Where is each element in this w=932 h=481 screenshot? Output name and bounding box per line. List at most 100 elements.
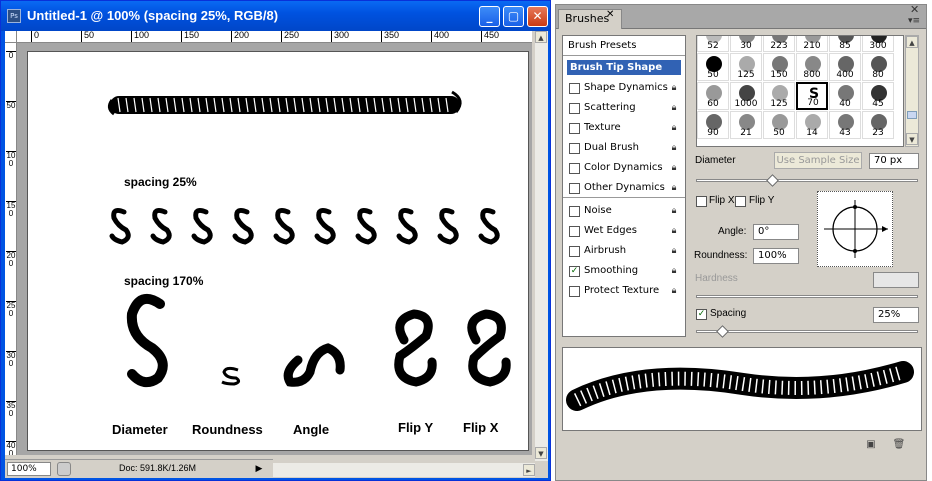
document-title-bar[interactable]: Ps Untitled-1 @ 100% (spacing 25%, RGB/8… (1, 1, 550, 31)
brush-tip-selected[interactable]: S 70 (796, 82, 828, 110)
label-spacing-170: spacing 170% (124, 274, 204, 288)
diameter-slider[interactable] (696, 179, 918, 182)
brush-tip[interactable]: 14 (796, 111, 828, 139)
option-shape-dynamics[interactable]: Shape Dynamics 🔒︎ (563, 78, 685, 98)
brush-tip[interactable]: 80 (862, 53, 894, 81)
brush-tip[interactable]: 223 (763, 36, 795, 52)
brush-tip[interactable]: 300 (862, 36, 894, 52)
spacing-field[interactable]: 25% (873, 307, 919, 323)
option-checkbox[interactable] (569, 226, 580, 237)
brush-tip[interactable]: 85 (829, 36, 861, 52)
lock-icon[interactable]: 🔒︎ (669, 183, 679, 193)
spacing-slider[interactable] (696, 330, 918, 333)
option-smoothing[interactable]: ✓ Smoothing 🔒︎ (563, 261, 685, 281)
ruler-tick: 0 (6, 51, 16, 60)
option-checkbox[interactable]: ✓ (569, 266, 580, 277)
diameter-field[interactable]: 70 px (869, 153, 919, 169)
lock-icon[interactable]: 🔒︎ (669, 246, 679, 256)
option-color-dynamics[interactable]: Color Dynamics 🔒︎ (563, 158, 685, 178)
close-button[interactable]: ✕ (527, 6, 548, 27)
brush-presets-item[interactable]: Brush Presets (563, 36, 685, 56)
brush-tip[interactable]: 90 (697, 111, 729, 139)
horizontal-scrollbar[interactable]: ► (273, 463, 535, 477)
scroll-up-arrow[interactable]: ▲ (906, 36, 918, 48)
lock-icon[interactable]: 🔒︎ (669, 163, 679, 173)
brush-tip[interactable]: 125 (763, 82, 795, 110)
lock-icon[interactable]: 🔒︎ (669, 83, 679, 93)
scroll-down-arrow[interactable]: ▼ (906, 133, 918, 145)
new-brush-icon[interactable]: ▣ (864, 439, 878, 451)
brush-tip[interactable]: 125 (730, 53, 762, 81)
use-sample-size-button[interactable]: Use Sample Size (774, 152, 862, 169)
vertical-scrollbar[interactable]: ▲ ▼ (535, 31, 548, 461)
zoom-field[interactable]: 100% (7, 462, 51, 476)
lock-icon[interactable]: 🔒︎ (669, 206, 679, 216)
brush-tip[interactable]: 400 (829, 53, 861, 81)
horizontal-ruler[interactable]: 0 50 100 150 200 250 300 350 400 450 (17, 31, 532, 43)
option-wet-edges[interactable]: Wet Edges 🔒︎ (563, 221, 685, 241)
brush-tip[interactable]: 1000 (730, 82, 762, 110)
option-checkbox[interactable] (569, 163, 580, 174)
panel-menu-icon[interactable]: ▾≡ (908, 16, 920, 26)
spacing-slider-thumb[interactable] (716, 325, 729, 338)
brush-tip[interactable]: 30 (730, 36, 762, 52)
option-checkbox[interactable] (569, 286, 580, 297)
delete-brush-icon[interactable]: 🗑︎ (892, 439, 906, 451)
maximize-button[interactable]: ▢ (503, 6, 524, 27)
lock-icon[interactable]: 🔒︎ (669, 226, 679, 236)
scroll-up-arrow[interactable]: ▲ (535, 31, 547, 43)
option-protect-texture[interactable]: Protect Texture 🔒︎ (563, 281, 685, 301)
tab-close-icon[interactable]: ✕ (606, 9, 614, 20)
diameter-slider-thumb[interactable] (766, 174, 779, 187)
canvas[interactable]: spacing 25% spacing 170% Diameter Roundn… (27, 51, 529, 451)
option-checkbox[interactable] (569, 123, 580, 134)
scroll-thumb[interactable] (907, 111, 917, 119)
option-checkbox[interactable] (569, 183, 580, 194)
brush-tip[interactable]: 50 (763, 111, 795, 139)
option-noise[interactable]: Noise 🔒︎ (563, 201, 685, 221)
lock-icon[interactable]: 🔒︎ (669, 143, 679, 153)
brush-tip[interactable]: 800 (796, 53, 828, 81)
brush-tip[interactable]: 43 (829, 111, 861, 139)
lock-icon[interactable]: 🔒︎ (669, 123, 679, 133)
option-checkbox[interactable] (569, 103, 580, 114)
angle-roundness-widget[interactable] (817, 191, 893, 267)
status-menu-arrow-icon[interactable]: ▶ (253, 462, 265, 476)
ruler-origin[interactable] (5, 31, 17, 43)
panel-close-icon[interactable]: ✕ (910, 3, 919, 16)
minimize-button[interactable]: _ (479, 6, 500, 27)
brush-tip[interactable]: 45 (862, 82, 894, 110)
option-dual-brush[interactable]: Dual Brush 🔒︎ (563, 138, 685, 158)
scroll-down-arrow[interactable]: ▼ (535, 447, 547, 459)
option-airbrush[interactable]: Airbrush 🔒︎ (563, 241, 685, 261)
roundness-field[interactable]: 100% (753, 248, 799, 264)
angle-field[interactable]: 0° (753, 224, 799, 240)
brush-tip[interactable]: 150 (763, 53, 795, 81)
brush-tip[interactable]: 52 (697, 36, 729, 52)
spacing-checkbox[interactable]: ✓ (696, 309, 707, 320)
status-info-icon[interactable] (57, 462, 71, 476)
tips-scrollbar[interactable]: ▲ ▼ (905, 35, 919, 147)
brush-tip[interactable]: 50 (697, 53, 729, 81)
option-checkbox[interactable] (569, 143, 580, 154)
brush-tip[interactable]: 21 (730, 111, 762, 139)
lock-icon[interactable]: 🔒︎ (669, 286, 679, 296)
option-scattering[interactable]: Scattering 🔒︎ (563, 98, 685, 118)
option-texture[interactable]: Texture 🔒︎ (563, 118, 685, 138)
scroll-right-arrow[interactable]: ► (523, 464, 535, 476)
option-checkbox[interactable] (569, 206, 580, 217)
vertical-ruler[interactable]: 0 50 100 150 200 250 300 350 400 (5, 43, 17, 455)
flip-x-checkbox[interactable] (696, 196, 707, 207)
lock-icon[interactable]: 🔒︎ (669, 103, 679, 113)
brush-tip[interactable]: 60 (697, 82, 729, 110)
brush-tip[interactable]: 23 (862, 111, 894, 139)
option-checkbox[interactable] (569, 246, 580, 257)
option-checkbox[interactable] (569, 83, 580, 94)
option-other-dynamics[interactable]: Other Dynamics 🔒︎ (563, 178, 685, 198)
brush-tip[interactable]: 210 (796, 36, 828, 52)
brush-tip[interactable]: 40 (829, 82, 861, 110)
lock-icon[interactable]: 🔒︎ (669, 266, 679, 276)
brush-tip-shape-item[interactable]: Brush Tip Shape (567, 60, 681, 75)
canvas-area[interactable]: spacing 25% spacing 170% Diameter Roundn… (17, 43, 532, 455)
flip-y-checkbox[interactable] (735, 196, 746, 207)
